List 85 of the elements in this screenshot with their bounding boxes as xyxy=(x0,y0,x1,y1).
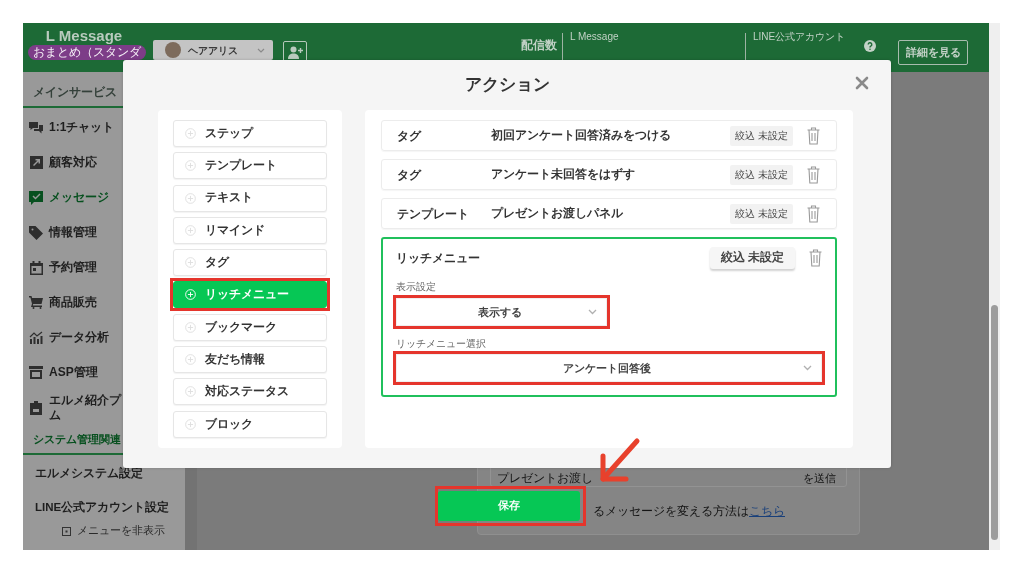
modal-title: アクション xyxy=(464,74,550,97)
section-heading: システム管理関連 xyxy=(33,431,121,447)
sidebar-link[interactable]: LINE公式アカウント設定 xyxy=(35,499,170,517)
stat-column-heading: LINE公式アカウント xyxy=(753,31,847,43)
sidebar-item[interactable]: 顧客対応 xyxy=(29,155,97,170)
action-type-button[interactable]: ブックマーク xyxy=(173,313,327,341)
select-dropdown[interactable]: アンケート回答後 xyxy=(396,354,822,382)
action-type-button[interactable]: ブロック xyxy=(173,410,327,438)
chevron-down-icon xyxy=(803,365,812,371)
plan-badge: おまとめ（スタンダ xyxy=(28,45,146,60)
brand-name: L Message xyxy=(45,27,123,44)
action-type-label: リッチメニュー xyxy=(396,250,481,267)
sidebar-item[interactable]: エルメ紹介プ ム xyxy=(29,392,121,423)
trash-icon xyxy=(807,204,820,223)
chevron-down-icon xyxy=(588,309,597,315)
avatar-placeholder xyxy=(165,42,181,58)
help-note: るメッセージを変える方法はこちら xyxy=(593,504,785,518)
action-value: プレゼントお渡しパネル xyxy=(491,205,624,221)
trash-icon xyxy=(807,126,820,145)
action-type-button[interactable]: 友だち情報 xyxy=(173,346,327,374)
section-heading: メインサービス xyxy=(33,84,117,101)
circle-plus-icon xyxy=(185,257,196,269)
delete-button[interactable] xyxy=(809,249,822,267)
close-icon xyxy=(855,76,869,90)
tray-icon xyxy=(29,366,43,379)
sidebar-item[interactable]: メッセージ xyxy=(29,190,109,205)
field-label: 表示設定 xyxy=(396,281,436,293)
sidebar-item[interactable]: 情報管理 xyxy=(29,225,97,240)
filter-button[interactable]: 絞込 未設定 xyxy=(709,247,795,269)
action-type-button[interactable]: タグ xyxy=(173,249,327,277)
delete-button[interactable] xyxy=(807,126,820,145)
action-type-button[interactable]: テンプレート xyxy=(173,152,327,180)
scrollbar[interactable] xyxy=(989,23,1000,550)
send-label: を送信 xyxy=(803,472,836,485)
filter-button[interactable]: 絞込 未設定 xyxy=(730,164,793,185)
scrollbar-thumb[interactable] xyxy=(991,305,998,540)
filter-button[interactable]: 絞込 未設定 xyxy=(730,125,793,146)
sidebar-item[interactable]: ASP管理 xyxy=(29,365,98,380)
bar-chart-icon xyxy=(29,331,43,344)
circle-plus-icon xyxy=(185,224,196,236)
stat-label: 配信数 xyxy=(521,38,557,52)
delete-button[interactable] xyxy=(807,165,820,184)
calendar-icon xyxy=(29,260,43,275)
action-value: 初回アンケート回答済みをつける xyxy=(491,127,672,144)
trash-icon xyxy=(807,165,820,184)
circle-plus-icon xyxy=(185,321,196,333)
action-type-label: タグ xyxy=(397,127,423,145)
sidebar-item[interactable]: 商品販売 xyxy=(29,295,97,310)
tag-icon xyxy=(29,225,43,240)
sidebar-link[interactable]: エルメシステム設定 xyxy=(35,465,143,483)
sidebar-item[interactable]: 1:1チャット xyxy=(29,120,115,135)
add-user-icon xyxy=(287,45,303,59)
action-type-button[interactable]: ステップ xyxy=(173,120,327,147)
filter-button[interactable]: 絞込 未設定 xyxy=(730,203,793,224)
action-type-label: タグ xyxy=(397,166,423,184)
action-type-button[interactable]: リマインド xyxy=(173,216,327,244)
action-type-label: テンプレート xyxy=(397,205,470,223)
circle-plus-icon xyxy=(185,289,196,301)
action-type-button[interactable]: テキスト xyxy=(173,184,327,212)
circle-plus-icon xyxy=(185,192,196,204)
hide-menu-link[interactable]: メニューを非表示 xyxy=(62,523,165,539)
circle-plus-icon xyxy=(185,160,196,172)
stat-column-heading: L Message xyxy=(570,31,620,43)
message-text: プレゼントお渡し xyxy=(497,472,593,485)
sidebar-item[interactable]: 予約管理 xyxy=(29,260,97,275)
chevron-down-icon xyxy=(257,47,265,53)
field-label: リッチメニュー選択 xyxy=(396,338,486,350)
circle-plus-icon xyxy=(185,386,196,398)
select-dropdown[interactable]: 表示する xyxy=(396,298,607,326)
action-type-button[interactable]: 対応ステータス xyxy=(173,378,327,406)
sidebar-item[interactable]: データ分析 xyxy=(29,330,109,345)
close-button[interactable] xyxy=(855,76,869,90)
circle-plus-icon xyxy=(185,418,196,430)
clipboard-icon xyxy=(30,400,42,415)
message-check-icon xyxy=(29,190,43,205)
details-button[interactable]: 詳細を見る xyxy=(898,40,968,65)
trash-icon xyxy=(809,249,822,267)
cart-icon xyxy=(29,296,43,309)
chat-bubbles-icon xyxy=(29,121,43,134)
circle-plus-icon xyxy=(185,128,196,139)
circle-plus-icon xyxy=(185,354,196,366)
account-dropdown[interactable]: ヘアアリス xyxy=(153,40,273,60)
delete-button[interactable] xyxy=(807,204,820,223)
help-icon xyxy=(864,40,876,52)
action-value: アンケート未回答をはずす xyxy=(491,166,636,183)
